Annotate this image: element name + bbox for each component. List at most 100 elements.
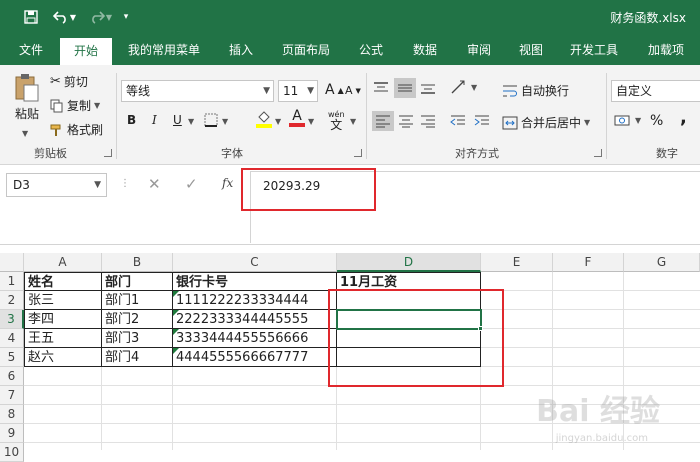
table-cell[interactable]: 李四 <box>24 310 102 329</box>
fill-color-dropdown-icon[interactable]: ▼ <box>275 117 281 126</box>
redo-dropdown-icon[interactable]: ▼ <box>104 6 114 28</box>
copy-button[interactable]: 复制 ▼ <box>50 97 100 114</box>
font-color-button[interactable]: A <box>289 109 305 127</box>
tab-data[interactable]: 数据 <box>402 35 448 65</box>
orientation-icon <box>451 80 465 94</box>
row-header-9[interactable]: 9 <box>0 424 24 443</box>
decrease-indent-button[interactable] <box>450 114 466 128</box>
phonetic-dropdown-icon[interactable]: ▼ <box>350 117 356 126</box>
table-cell[interactable]: 部门4 <box>102 348 173 367</box>
table-cell[interactable]: 2222333344445555 <box>173 310 337 329</box>
cancel-icon[interactable]: ✕ <box>148 175 161 193</box>
header-cell-name[interactable]: 姓名 <box>24 272 102 291</box>
align-top-button[interactable] <box>373 81 389 95</box>
row-header-8[interactable]: 8 <box>0 405 24 424</box>
tab-formulas[interactable]: 公式 <box>348 35 394 65</box>
align-center-button[interactable] <box>398 114 414 128</box>
formula-highlight-box <box>241 168 376 211</box>
grow-font-button[interactable]: A ▲ <box>325 82 344 98</box>
align-right-icon <box>421 115 435 128</box>
undo-dropdown-icon[interactable]: ▼ <box>68 6 78 28</box>
paste-button[interactable]: 粘贴 <box>8 73 46 133</box>
number-group-label: 数字 <box>656 147 678 160</box>
align-bottom-icon <box>421 84 435 94</box>
currency-format-button[interactable]: ▼ <box>614 113 641 127</box>
clipboard-launcher-icon[interactable] <box>104 149 112 157</box>
row-header-7[interactable]: 7 <box>0 386 24 405</box>
table-cell[interactable]: 部门3 <box>102 329 173 348</box>
row-header-5[interactable]: 5 <box>0 348 24 367</box>
fill-color-button[interactable] <box>256 111 272 128</box>
column-header-a[interactable]: A <box>24 253 102 272</box>
font-launcher-icon[interactable] <box>354 149 362 157</box>
comma-button[interactable]: , <box>680 107 687 128</box>
cut-button[interactable]: ✂ 剪切 <box>50 73 88 90</box>
align-middle-button[interactable] <box>394 78 416 98</box>
row-header-4[interactable]: 4 <box>0 329 24 348</box>
tab-file[interactable]: 文件 <box>8 35 54 65</box>
orientation-button[interactable]: ▼ <box>450 79 477 95</box>
shrink-font-button[interactable]: A ▼ <box>345 84 361 97</box>
table-cell[interactable]: 1111222233334444 <box>173 291 337 310</box>
header-cell-dept[interactable]: 部门 <box>102 272 173 291</box>
border-dropdown-icon[interactable]: ▼ <box>222 117 228 126</box>
tab-page-layout[interactable]: 页面布局 <box>274 35 338 65</box>
column-header-b[interactable]: B <box>102 253 173 272</box>
font-color-dropdown-icon[interactable]: ▼ <box>308 117 314 126</box>
alignment-launcher-icon[interactable] <box>594 149 602 157</box>
header-cell-card[interactable]: 银行卡号 <box>173 272 337 291</box>
italic-button[interactable]: I <box>152 113 157 127</box>
row-header-1[interactable]: 1 <box>0 272 24 291</box>
tab-insert[interactable]: 插入 <box>218 35 264 65</box>
paste-label: 粘贴 <box>14 107 39 121</box>
customize-toolbar-icon[interactable]: ▾ <box>120 6 132 28</box>
column-header-c[interactable]: C <box>173 253 337 272</box>
column-header-f[interactable]: F <box>553 253 624 272</box>
tab-common-menu[interactable]: 我的常用菜单 <box>120 35 208 65</box>
row-header-6[interactable]: 6 <box>0 367 24 386</box>
underline-button[interactable]: U <box>173 113 182 127</box>
tab-view[interactable]: 视图 <box>508 35 554 65</box>
table-cell[interactable]: 部门2 <box>102 310 173 329</box>
tab-developer[interactable]: 开发工具 <box>562 35 626 65</box>
column-header-g[interactable]: G <box>624 253 700 272</box>
table-cell[interactable]: 部门1 <box>102 291 173 310</box>
table-cell[interactable]: 张三 <box>24 291 102 310</box>
row-header-3[interactable]: 3 <box>0 310 24 329</box>
table-cell[interactable]: 赵六 <box>24 348 102 367</box>
column-header-e[interactable]: E <box>481 253 553 272</box>
align-bottom-button[interactable] <box>420 81 436 95</box>
name-box[interactable]: D3 ▼ <box>6 173 107 197</box>
formula-bar-handle-icon[interactable]: ⋮ <box>120 178 130 189</box>
table-cell[interactable]: 4444555566667777 <box>173 348 337 367</box>
row-header-10[interactable]: 10 <box>0 443 24 462</box>
underline-dropdown-icon[interactable]: ▼ <box>188 117 194 126</box>
tab-addins[interactable]: 加载项 <box>638 35 694 65</box>
column-header-d[interactable]: D <box>337 253 481 272</box>
paste-dropdown-icon[interactable]: ▼ <box>22 129 28 138</box>
format-painter-button[interactable]: 格式刷 <box>50 121 103 138</box>
percent-button[interactable]: % <box>650 113 663 129</box>
number-format-select[interactable]: 自定义 <box>611 80 700 102</box>
tab-home[interactable]: 开始 <box>60 38 112 65</box>
worksheet-grid[interactable]: A B C D E F G 1 2 3 4 5 6 7 8 9 10 姓名 部门… <box>0 253 700 462</box>
table-cell[interactable]: 3333444455556666 <box>173 329 337 348</box>
increase-indent-button[interactable] <box>474 114 490 128</box>
font-name-select[interactable]: 等线 ▼ <box>121 80 274 102</box>
phonetic-button[interactable]: wén 文 <box>328 111 345 132</box>
wrap-text-button[interactable]: 自动换行 <box>502 82 569 99</box>
insert-function-icon[interactable]: fx <box>222 176 233 190</box>
align-right-button[interactable] <box>420 114 436 128</box>
merge-center-button[interactable]: 合并后居中 ▼ <box>502 114 590 131</box>
select-all-corner[interactable] <box>0 253 24 272</box>
tab-review[interactable]: 审阅 <box>456 35 502 65</box>
align-left-button[interactable] <box>372 111 394 131</box>
copy-dropdown-icon[interactable]: ▼ <box>94 101 100 110</box>
table-cell[interactable]: 王五 <box>24 329 102 348</box>
border-button[interactable] <box>204 113 218 127</box>
enter-icon[interactable]: ✓ <box>185 175 198 193</box>
row-header-2[interactable]: 2 <box>0 291 24 310</box>
save-icon[interactable] <box>20 6 42 28</box>
bold-button[interactable]: B <box>127 113 136 127</box>
font-size-select[interactable]: 11 ▼ <box>278 80 318 102</box>
